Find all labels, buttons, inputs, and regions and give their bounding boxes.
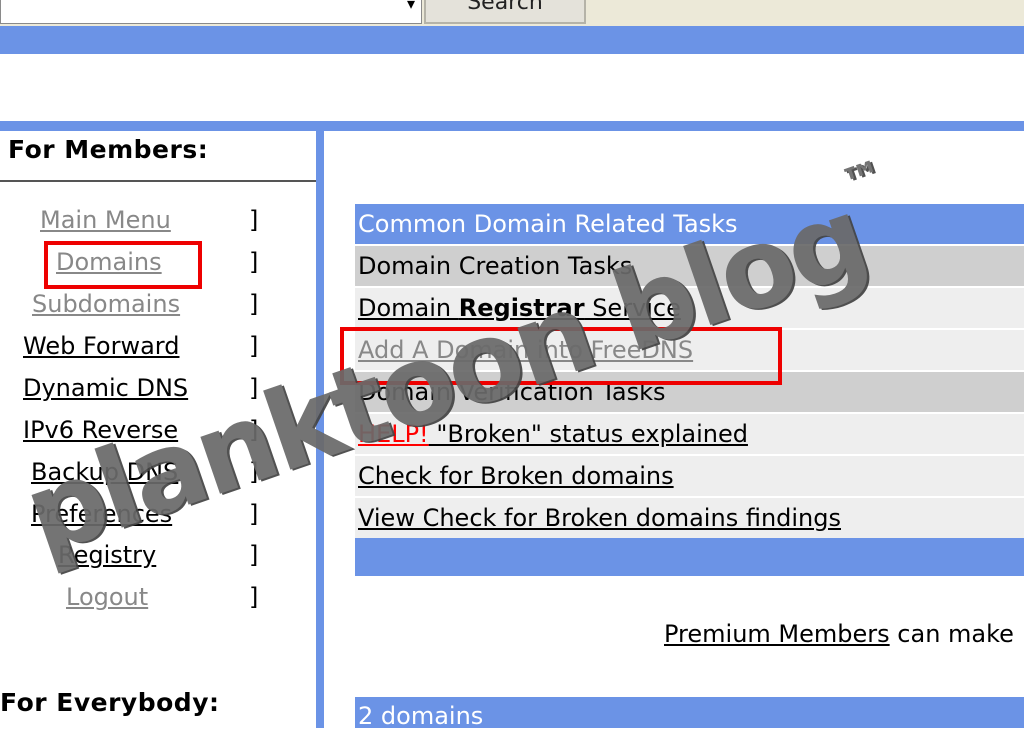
trademark-mark: ™: [835, 151, 888, 210]
bracket: ]: [249, 500, 259, 528]
bracket: ]: [249, 416, 259, 444]
everybody-heading: For Everybody:: [0, 688, 220, 717]
bracket: ]: [249, 458, 259, 486]
divider: [0, 180, 316, 182]
add-domain-row: Add A Domain into FreeDNS: [355, 330, 1024, 370]
bracket: ]: [249, 332, 259, 360]
search-select[interactable]: ▾: [0, 0, 422, 24]
bracket: ]: [249, 206, 259, 234]
view-broken-row: View Check for Broken domains findings: [355, 498, 1024, 538]
sidebar-item-web-forward[interactable]: Web Forward: [23, 332, 179, 360]
registrar-pre: Domain: [358, 294, 459, 322]
bracket: ]: [249, 374, 259, 402]
bracket: ]: [249, 541, 259, 569]
tasks-footer-bar: [355, 538, 1024, 576]
header-bar: [0, 26, 1024, 54]
bracket: ]: [249, 290, 259, 318]
bracket: ]: [249, 583, 259, 611]
sidebar-item-registry[interactable]: Registry: [58, 541, 156, 569]
tasks-header: Common Domain Related Tasks: [355, 204, 1024, 244]
sidebar-item-backup-dns[interactable]: Backup DNS: [31, 458, 178, 486]
broken-status-link[interactable]: "Broken" status explained: [429, 420, 748, 448]
bracket: ]: [249, 248, 259, 276]
help-link[interactable]: HELP!: [358, 420, 429, 448]
sidebar-item-domains[interactable]: Domains: [56, 248, 162, 276]
premium-note: Premium Members can make: [664, 620, 1014, 648]
registrar-row: Domain Registrar Service: [355, 288, 1024, 328]
sidebar-item-subdomains[interactable]: Subdomains: [32, 290, 180, 318]
sidebar-item-preferences[interactable]: Preferences: [31, 500, 172, 528]
sidebar-item-dynamic-dns[interactable]: Dynamic DNS: [23, 374, 188, 402]
chevron-down-icon[interactable]: ▾: [407, 0, 415, 12]
view-broken-link[interactable]: View Check for Broken domains findings: [358, 504, 841, 532]
creation-heading: Domain Creation Tasks: [355, 246, 1024, 286]
sidebar-item-logout[interactable]: Logout: [66, 583, 148, 611]
check-broken-row: Check for Broken domains: [355, 456, 1024, 496]
add-domain-link[interactable]: Add A Domain into FreeDNS: [358, 336, 693, 364]
registrar-link[interactable]: Domain Registrar Service: [358, 294, 681, 322]
search-strip: ▾ Search: [0, 0, 1024, 26]
help-row: HELP! "Broken" status explained: [355, 414, 1024, 454]
domains-count-header: 2 domains: [355, 697, 1024, 730]
premium-members-link[interactable]: Premium Members: [664, 620, 890, 648]
sidebar-item-ipv6-reverse[interactable]: IPv6 Reverse: [23, 416, 178, 444]
sidebar-item-main-menu[interactable]: Main Menu: [40, 206, 171, 234]
verification-heading: Domain Verification Tasks: [355, 372, 1024, 412]
registrar-bold: Registrar: [458, 294, 585, 322]
search-button[interactable]: Search: [424, 0, 586, 24]
check-broken-link[interactable]: Check for Broken domains: [358, 462, 674, 490]
premium-rest: can make: [889, 620, 1014, 648]
members-heading: For Members:: [8, 135, 209, 164]
registrar-post: Service: [584, 294, 681, 322]
sidebar-divider: [316, 131, 324, 728]
content-top-bar: [0, 121, 1024, 131]
